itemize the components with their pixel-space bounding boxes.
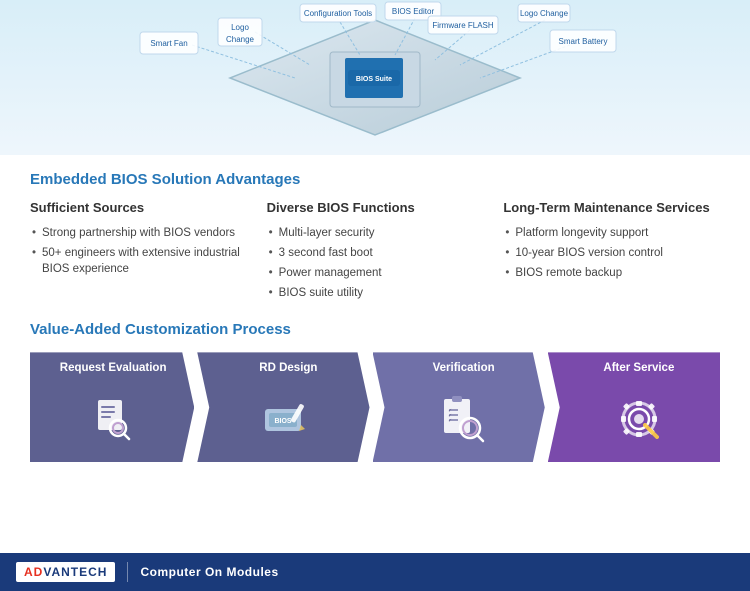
col3-title: Long-Term Maintenance Services (503, 200, 720, 215)
step3-label: Verification (433, 362, 495, 374)
svg-text:Smart Battery: Smart Battery (559, 37, 608, 46)
step-request-evaluation: Request Evaluation (30, 352, 194, 462)
svg-text:✓: ✓ (448, 418, 452, 424)
col3-item-1: Platform longevity support (503, 223, 720, 243)
footer-bar: ADVANTECH Computer On Modules (0, 553, 750, 591)
footer-logo-vantech: VANTECH (43, 565, 107, 579)
svg-text:Firmware FLASH: Firmware FLASH (432, 21, 494, 30)
col3-item-3: BIOS remote backup (503, 263, 720, 283)
col2-item-4: BIOS suite utility (267, 283, 484, 303)
main-content: Embedded BIOS Solution Advantages Suffic… (0, 155, 750, 479)
svg-text:BIOS Suite: BIOS Suite (356, 76, 392, 83)
rd-design-icon: BIOS (261, 397, 316, 442)
col2-item-3: Power management (267, 263, 484, 283)
svg-text:Configuration Tools: Configuration Tools (304, 9, 372, 18)
request-evaluation-icon (88, 394, 138, 444)
col2-title: Diverse BIOS Functions (267, 200, 484, 215)
step-after-service: After Service (548, 352, 720, 462)
verification-icon: ✓ ✓ ✓ (436, 394, 491, 444)
advantage-col-2: Diverse BIOS Functions Multi-layer secur… (267, 200, 484, 303)
col1-title: Sufficient Sources (30, 200, 247, 215)
col2-list: Multi-layer security 3 second fast boot … (267, 223, 484, 303)
footer-logo-ad: AD (24, 565, 43, 579)
footer-logo: ADVANTECH (16, 562, 115, 582)
svg-text:Change: Change (226, 35, 255, 44)
advantages-section-title: Embedded BIOS Solution Advantages (30, 171, 720, 188)
footer-product-line: Computer On Modules (140, 565, 278, 579)
after-service-icon (613, 393, 665, 445)
step-rd-design: RD Design BIOS (197, 352, 369, 462)
svg-text:BIOS: BIOS (274, 418, 291, 425)
top-diagram: BIOS Suite Smart Fan Logo Change Configu… (0, 0, 750, 155)
col2-item-2: 3 second fast boot (267, 243, 484, 263)
svg-text:Smart Fan: Smart Fan (150, 39, 187, 48)
value-section-title: Value-Added Customization Process (30, 321, 720, 338)
step4-label: After Service (603, 362, 674, 374)
advantages-grid: Sufficient Sources Strong partnership wi… (30, 200, 720, 303)
step4-icon-wrap (613, 382, 665, 456)
step3-icon-wrap: ✓ ✓ ✓ (436, 382, 491, 456)
step-verification: Verification ✓ ✓ ✓ (373, 352, 545, 462)
col1-item-1: Strong partnership with BIOS vendors (30, 223, 247, 243)
svg-text:Logo Change: Logo Change (520, 9, 569, 18)
col1-list: Strong partnership with BIOS vendors 50+… (30, 223, 247, 279)
col3-list: Platform longevity support 10-year BIOS … (503, 223, 720, 283)
col3-item-2: 10-year BIOS version control (503, 243, 720, 263)
step2-icon-wrap: BIOS (261, 382, 316, 456)
step1-label: Request Evaluation (60, 362, 167, 374)
process-steps: Request Evaluation RD Design (30, 352, 720, 462)
col1-item-2: 50+ engineers with extensive industrial … (30, 243, 247, 279)
col2-item-1: Multi-layer security (267, 223, 484, 243)
step2-label: RD Design (259, 362, 317, 374)
step1-icon-wrap (88, 382, 138, 456)
advantage-col-1: Sufficient Sources Strong partnership wi… (30, 200, 247, 303)
footer-divider (127, 562, 128, 582)
svg-text:BIOS Editor: BIOS Editor (392, 7, 435, 16)
advantage-col-3: Long-Term Maintenance Services Platform … (503, 200, 720, 303)
svg-text:Logo: Logo (231, 23, 249, 32)
